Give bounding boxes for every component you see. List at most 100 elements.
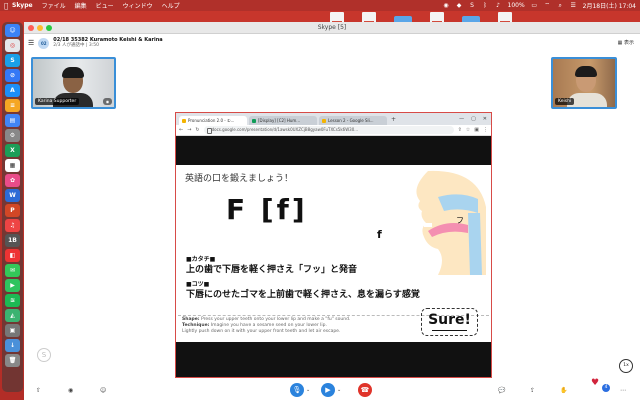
forward-icon[interactable]: → — [187, 127, 191, 133]
safari-icon[interactable]: ⊘ — [5, 69, 20, 82]
menu-window[interactable]: ウィンドウ — [123, 1, 153, 10]
powerpoint-icon[interactable]: P — [5, 204, 20, 217]
menu-view[interactable]: ビュー — [96, 1, 114, 10]
reminders-icon[interactable]: ◧ — [5, 249, 20, 262]
facetime-icon[interactable]: ▶ — [5, 279, 20, 292]
browser-tab-label: Pronunciation 2.0 - ①... — [188, 118, 235, 123]
close-icon[interactable]: ✕ — [483, 116, 487, 122]
downloads-icon[interactable]: ↓ — [5, 339, 20, 352]
skype-status-icon[interactable]: S — [469, 2, 476, 9]
fullscreen-window-button[interactable] — [46, 25, 52, 31]
music-icon[interactable]: ♪ — [495, 2, 502, 9]
end-call-button[interactable]: ☎ — [358, 383, 372, 397]
word-icon[interactable]: W — [5, 189, 20, 202]
menu-edit[interactable]: 編集 — [75, 1, 87, 10]
notes-icon[interactable]: ≡ — [5, 99, 20, 112]
microphone-button[interactable]: 🎙 — [290, 383, 304, 397]
participant-tile-keishi[interactable]: Keishi — [551, 57, 617, 109]
browser-tab[interactable]: Pronunciation 2.0 - ①... — [179, 116, 247, 125]
hint-technique-title: Technique: — [182, 323, 210, 328]
mouth-diagram: フ — [416, 170, 486, 275]
window-titlebar: Skype [5] — [24, 22, 640, 34]
hint-technique: Imagine you have a sesame seed on your l… — [210, 323, 327, 328]
back-icon[interactable]: ← — [179, 127, 183, 133]
bluetooth-icon[interactable]: ᛒ — [482, 2, 489, 9]
slides-favicon-icon — [182, 118, 186, 123]
tips-icon[interactable]: 1B — [5, 234, 20, 247]
wifi-icon[interactable]: ⌔ — [544, 2, 551, 9]
extensions-icon[interactable]: ▣ — [474, 127, 479, 133]
browser-tabs: Pronunciation 2.0 - ①... [Display] [C2] … — [176, 113, 491, 125]
trash-icon[interactable]: 🗑 — [5, 354, 20, 367]
add-person-icon[interactable]: ☺ — [100, 387, 106, 394]
menu-app[interactable]: Skype — [12, 2, 33, 9]
close-window-button[interactable] — [28, 25, 34, 31]
zoom-level-button[interactable]: 1x — [619, 359, 633, 373]
menu-help[interactable]: ヘルプ — [162, 1, 180, 10]
music-app-icon[interactable]: ♫ — [5, 219, 20, 232]
menu-file[interactable]: ファイル — [42, 1, 66, 10]
participant-name: Keishi — [555, 98, 575, 105]
group-avatar[interactable]: 02 — [38, 37, 50, 49]
excel-icon[interactable]: X — [5, 144, 20, 157]
mouth-label: フ — [456, 216, 464, 225]
more-options-icon[interactable]: ⋯ — [620, 387, 626, 394]
react-heart-icon[interactable]: ♥ — [591, 378, 599, 388]
browser-toolbar: ← → ↻ docs.google.com/presentation/d/1aw… — [176, 125, 491, 136]
browser-window-controls: — ▢ ✕ — [459, 116, 487, 122]
apple-menu-icon[interactable]:  — [4, 2, 12, 10]
address-bar[interactable]: docs.google.com/presentation/d/1awsk0UXZ… — [203, 126, 454, 134]
search-icon[interactable]: ⌕ — [557, 2, 564, 9]
menu-icon[interactable]: ☰ — [28, 39, 34, 47]
new-tab-icon[interactable]: + — [391, 116, 396, 123]
control-center-icon[interactable]: ☰ — [570, 2, 577, 9]
menu-bar:  Skype ファイル 編集 ビュー ウィンドウ ヘルプ ◉ ◆ S ᛒ ♪ … — [0, 0, 640, 11]
layout-label: 表示 — [623, 40, 634, 46]
record-icon[interactable]: ◉ — [68, 387, 73, 394]
minimize-icon[interactable]: — — [459, 116, 464, 122]
chrome-icon[interactable]: ◎ — [5, 39, 20, 52]
hint-shape: Press your upper teeth onto your lower l… — [201, 317, 351, 322]
settings-icon[interactable]: ⚙ — [5, 129, 20, 142]
restore-icon[interactable]: ▢ — [471, 116, 476, 122]
camera-button[interactable]: ▶ — [321, 383, 335, 397]
finder-icon[interactable]: ☺ — [5, 24, 20, 37]
layout-button[interactable]: ▦ 表示 — [618, 39, 634, 46]
share-screen-icon[interactable]: ⇧ — [36, 387, 41, 394]
window-controls — [28, 25, 52, 31]
photos-icon[interactable]: ✿ — [5, 174, 20, 187]
share-icon[interactable]: ⇪ — [458, 127, 462, 133]
camera-options-icon[interactable]: ⌄ — [337, 387, 341, 393]
shape-text: 上の歯で下唇を軽く押さえ「フッ」と発音 — [186, 265, 358, 275]
skype-window: Skype [5] ☰ 02 02/18 35382 Kuramoto Keis… — [24, 22, 640, 400]
participant-hair — [575, 66, 597, 77]
reactions-count-badge: 4 — [602, 384, 610, 392]
battery-icon[interactable]: ▭ — [531, 2, 538, 9]
chat-icon[interactable]: 💬 — [498, 387, 505, 394]
browser-tab[interactable]: [Display] [C2] Hum... — [249, 116, 317, 125]
messages-icon[interactable]: ✉ — [5, 264, 20, 277]
calendar-icon[interactable]: ▦ — [5, 159, 20, 172]
skype-watermark-icon: S — [37, 348, 51, 362]
bookmark-star-icon[interactable]: ☆ — [466, 127, 470, 133]
app-store-icon[interactable]: A — [5, 84, 20, 97]
spotify-icon[interactable]: ≋ — [5, 294, 20, 307]
tip-text: 下唇にのせたゴマを上前歯で軽く押さえ、息を漏らす感覚 — [186, 290, 420, 300]
dropbox-icon[interactable]: ◆ — [456, 2, 463, 9]
microphone-options-icon[interactable]: ⌄ — [306, 387, 310, 393]
browser-tab[interactable]: Lesson 2 - Google Sli... — [319, 116, 387, 125]
maps-icon[interactable]: ◭ — [5, 309, 20, 322]
window-title: Skype [5] — [317, 24, 347, 31]
files-icon[interactable]: ▤ — [5, 114, 20, 127]
reload-icon[interactable]: ↻ — [195, 127, 199, 133]
participant-tile-karina[interactable]: Karina Supporter ◉ — [31, 57, 116, 109]
share-content-icon[interactable]: ⇪ — [530, 387, 535, 394]
preview-icon[interactable]: ▣ — [5, 324, 20, 337]
skype-icon[interactable]: S — [5, 54, 20, 67]
video-options-icon[interactable]: ◉ — [103, 98, 112, 105]
camera-status-icon[interactable]: ◉ — [443, 2, 450, 9]
chrome-menu-icon[interactable]: ⋮ — [483, 127, 488, 133]
minimize-window-button[interactable] — [37, 25, 43, 31]
raise-hand-icon[interactable]: ✋ — [560, 387, 567, 394]
menubar-clock[interactable]: 2月18日(土) 17:04 — [583, 1, 636, 10]
